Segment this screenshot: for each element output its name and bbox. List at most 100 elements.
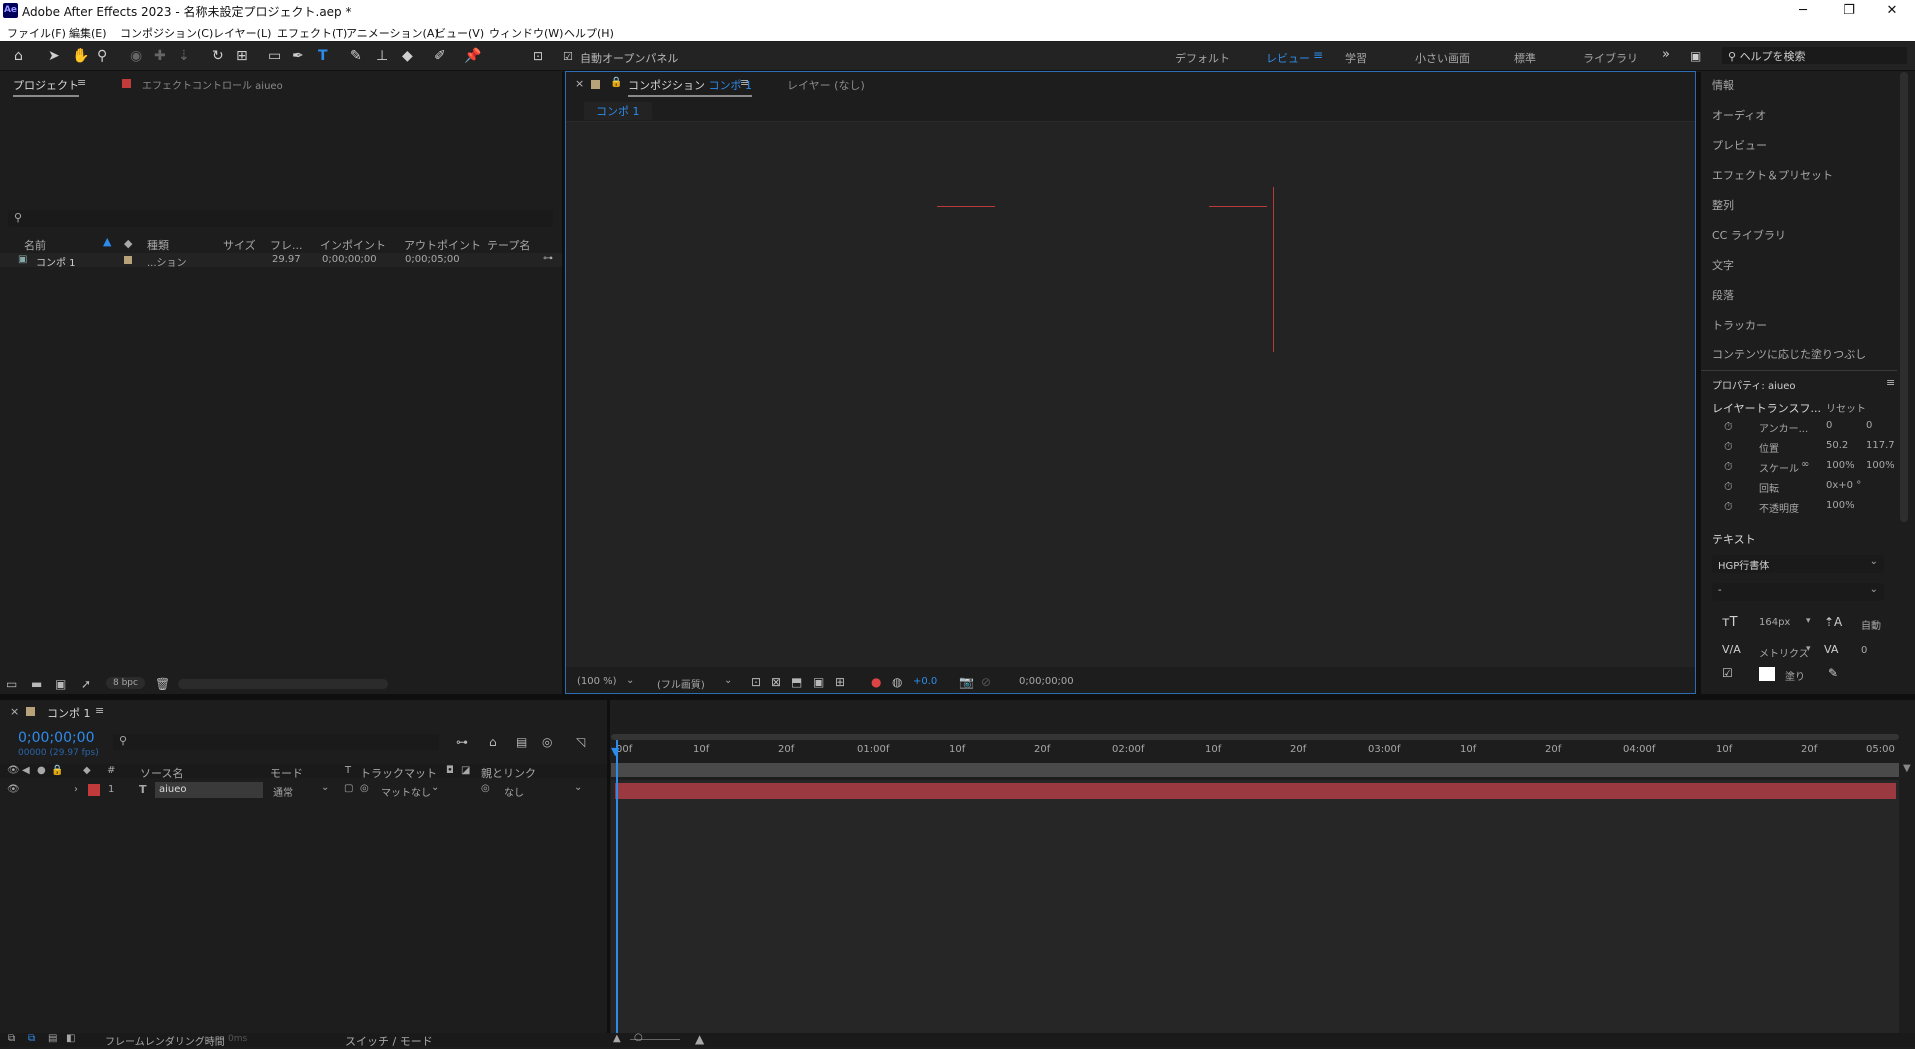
snapshot-camera-icon[interactable]: 📷 <box>959 675 974 689</box>
playhead-handle-icon[interactable]: ▼ <box>611 745 619 758</box>
prop-scale-y[interactable]: 100% <box>1866 460 1895 471</box>
chevron-down-icon[interactable]: ⌄ <box>321 782 329 793</box>
workspace-library[interactable]: ライブラリ <box>1583 50 1638 66</box>
workspace-more-icon[interactable]: » <box>1662 47 1670 62</box>
transparency-grid-icon[interactable]: ⊠ <box>771 675 781 689</box>
col-parent-link[interactable]: 親とリンク <box>481 765 536 781</box>
rotate-icon[interactable]: ↻ <box>212 48 224 64</box>
table-row[interactable]: ▣ コンポ 1 ...ション 29.97 0;00;00;00 0;00;05;… <box>0 253 562 269</box>
project-scrollbar[interactable] <box>178 679 388 689</box>
grid-guides-icon[interactable]: ▣ <box>813 675 824 689</box>
render-queue-icon[interactable]: ➚ <box>81 677 91 691</box>
label-column-icon[interactable]: ◆ <box>124 237 132 250</box>
clone-stamp-icon[interactable]: ⊥ <box>376 48 388 64</box>
playhead[interactable] <box>616 740 618 1047</box>
layer-duration-bar[interactable] <box>615 783 1896 799</box>
chevron-down-icon[interactable]: ⌄ <box>724 675 732 686</box>
col-source-name[interactable]: ソース名 <box>140 765 183 781</box>
restore-button[interactable]: ❐ <box>1826 0 1872 21</box>
dolly-camera-icon[interactable]: ⇣ <box>178 48 190 64</box>
new-composition-icon[interactable]: ▣ <box>55 677 66 691</box>
close-button[interactable]: ✕ <box>1869 0 1915 21</box>
eyedropper-icon[interactable]: ✎ <box>1828 666 1838 680</box>
menu-window[interactable]: ウィンドウ(W) <box>489 25 563 41</box>
font-style-dropdown[interactable]: - ⌄ <box>1712 583 1884 601</box>
timeline-search-input[interactable]: ⚲ <box>113 734 439 750</box>
close-tab-icon[interactable]: × <box>10 705 19 718</box>
col-name[interactable]: 名前 <box>24 237 46 253</box>
workspace-default[interactable]: デフォルト <box>1175 50 1230 66</box>
col-track-matte[interactable]: トラックマット <box>360 765 437 781</box>
stopwatch-icon[interactable]: ⏱ <box>1724 420 1733 434</box>
chevron-down-icon[interactable]: ⌄ <box>626 675 634 686</box>
home-icon[interactable]: ⌂ <box>14 48 23 64</box>
roto-brush-icon[interactable]: ✐ <box>434 48 446 64</box>
chevron-down-icon[interactable]: ▾ <box>1806 616 1811 626</box>
help-search-input[interactable]: ⚲ ヘルプを検索 <box>1722 47 1907 64</box>
tab-layer[interactable]: レイヤー (なし) <box>787 77 865 93</box>
properties-menu-icon[interactable]: ≡ <box>1886 376 1895 389</box>
toggle-transfer-controls-icon[interactable]: ⧉ <box>28 1033 35 1044</box>
toggle-layer-switches-icon[interactable]: ⧉ <box>8 1033 15 1044</box>
visibility-eye-icon[interactable]: 👁 <box>7 784 20 795</box>
auto-open-checkbox[interactable]: ☑ <box>563 49 573 65</box>
zoom-icon[interactable]: ⚲ <box>97 48 107 64</box>
parent-dropdown[interactable]: なし <box>504 784 524 799</box>
prop-rotation-value[interactable]: 0x+0 ° <box>1826 480 1861 491</box>
timeline-divider[interactable] <box>607 700 610 1047</box>
panel-align[interactable]: 整列 <box>1712 197 1734 213</box>
hand-icon[interactable]: ✋ <box>72 48 89 64</box>
menu-view[interactable]: ビュー(V) <box>435 25 484 41</box>
menu-layer[interactable]: レイヤー(L) <box>213 25 271 41</box>
composition-mini-flowchart-icon[interactable]: ⊶ <box>456 735 468 749</box>
interpret-footage-icon[interactable]: ▭ <box>6 677 17 691</box>
workspace-review[interactable]: レビュー <box>1266 50 1310 66</box>
current-timecode[interactable]: 0;00;00;00 <box>18 730 95 746</box>
fill-checkbox[interactable]: ☑ <box>1722 666 1733 680</box>
col-type[interactable]: 種類 <box>147 237 169 253</box>
menu-composition[interactable]: コンポジション(C) <box>120 25 213 41</box>
layer-label-color[interactable] <box>88 784 100 796</box>
work-area-range[interactable] <box>611 763 1899 777</box>
panel-info[interactable]: 情報 <box>1712 77 1734 93</box>
menu-edit[interactable]: 編集(E) <box>69 25 107 41</box>
mask-path-icon[interactable]: ⬒ <box>791 675 802 689</box>
snapping-icon[interactable]: ⊡ <box>533 48 543 64</box>
pan-camera-icon[interactable]: ✚ <box>154 48 166 64</box>
lock-icon[interactable]: 🔒 <box>51 765 63 776</box>
bit-depth-button[interactable]: 8 bpc <box>106 677 145 689</box>
selection-arrow-icon[interactable]: ➤ <box>48 48 60 64</box>
pen-icon[interactable]: ✒ <box>292 48 304 64</box>
tracking-value[interactable]: 0 <box>1861 645 1867 656</box>
quality-dropdown[interactable]: (フル画質) <box>657 676 705 691</box>
workspace-standard[interactable]: 標準 <box>1514 50 1536 66</box>
chevron-down-icon[interactable]: ⌄ <box>431 782 439 793</box>
show-snapshot-icon[interactable]: ⊘ <box>981 675 991 689</box>
prop-scale-x[interactable]: 100% <box>1826 460 1855 471</box>
col-size[interactable]: サイズ <box>223 237 256 253</box>
track-matte-dropdown[interactable]: マットなし <box>381 784 431 799</box>
minimize-button[interactable]: ─ <box>1780 0 1826 21</box>
brush-icon[interactable]: ✎ <box>350 48 362 64</box>
expand-chevron-icon[interactable]: › <box>74 784 78 795</box>
new-folder-icon[interactable]: ▬ <box>31 677 42 691</box>
workspace-menu-icon[interactable]: ≡ <box>1313 48 1323 62</box>
zoom-out-mountain-icon[interactable]: ▲ <box>613 1033 621 1044</box>
chevron-down-icon[interactable]: ⌄ <box>574 782 582 793</box>
right-panel-scrollbar[interactable] <box>1900 72 1908 522</box>
toggle-in-out-icon[interactable]: ▤ <box>48 1033 57 1044</box>
label-column-icon[interactable]: ◆ <box>83 765 91 776</box>
stopwatch-icon[interactable]: ⏱ <box>1724 480 1733 494</box>
panel-content-aware-fill[interactable]: コンテンツに応じた塗りつぶし <box>1712 346 1866 362</box>
workspace-panel-icon[interactable]: ▣ <box>1690 48 1701 64</box>
exposure-value[interactable]: +0.0 <box>913 676 937 687</box>
rectangle-icon[interactable]: ▭ <box>268 48 281 64</box>
panel-audio[interactable]: オーディオ <box>1712 107 1766 123</box>
prop-position-x[interactable]: 50.2 <box>1826 440 1848 451</box>
menu-help[interactable]: ヘルプ(H) <box>564 25 614 41</box>
prop-anchor-y[interactable]: 0 <box>1866 420 1872 431</box>
col-t[interactable]: T <box>345 765 351 776</box>
font-family-dropdown[interactable]: HGP行書体 ⌄ <box>1712 555 1884 573</box>
col-fps[interactable]: フレ... <box>270 237 303 253</box>
zoom-dropdown[interactable]: (100 %) <box>577 676 617 687</box>
